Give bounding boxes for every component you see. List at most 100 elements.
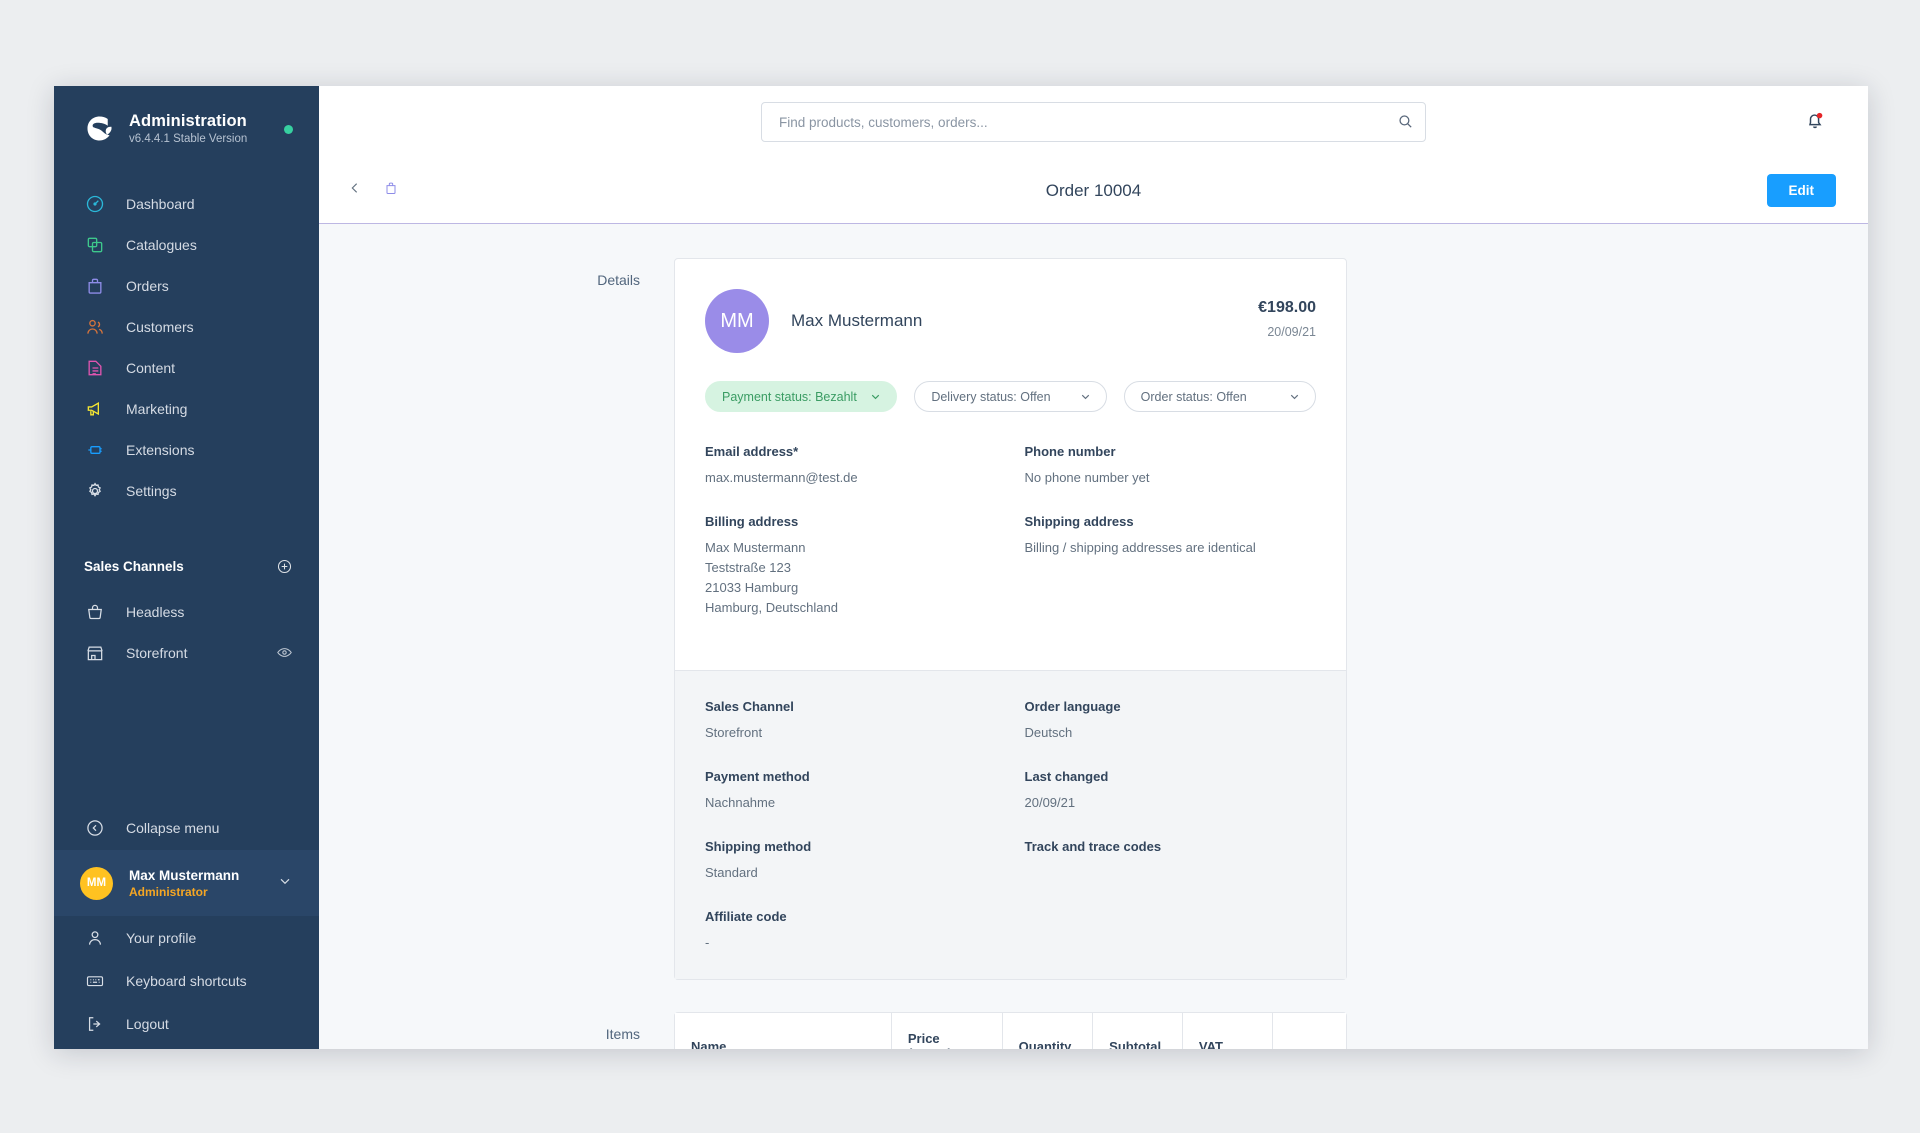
bell-icon <box>1804 112 1826 135</box>
brand-title: Administration <box>129 112 247 130</box>
payment-status-label: Payment status: Bezahlt <box>722 389 857 404</box>
order-status-select[interactable]: Order status: Offen <box>1123 381 1316 412</box>
sidebar-item-label: Extensions <box>126 441 195 458</box>
field-value: 20/09/21 <box>1024 795 1076 810</box>
field-value: Standard <box>705 865 758 880</box>
global-search <box>761 102 1426 142</box>
menu-item-label: Keyboard shortcuts <box>126 972 247 989</box>
sidebar-item-label: Dashboard <box>126 195 195 212</box>
sidebar-item-content[interactable]: Content <box>54 347 319 388</box>
field-value: max.mustermann@test.de <box>705 470 858 485</box>
payment-status-select[interactable]: Payment status: Bezahlt <box>705 381 898 412</box>
field-value: Max Mustermann Teststraße 123 21033 Hamb… <box>705 540 838 615</box>
sidebar-item-label: Settings <box>126 482 177 499</box>
user-account-button[interactable]: MM Max Mustermann Administrator <box>54 850 319 916</box>
gear-icon <box>84 480 106 502</box>
collapse-menu-button[interactable]: Collapse menu <box>54 806 319 850</box>
order-meta-section: Sales Channel Storefront Order language … <box>675 670 1346 979</box>
edit-button[interactable]: Edit <box>1766 174 1836 207</box>
sidebar: Administration v6.4.4.1 Stable Version D… <box>54 86 319 1049</box>
sidebar-item-label: Content <box>126 359 176 376</box>
search-button[interactable] <box>1392 110 1418 136</box>
sidebar-item-label: Orders <box>126 277 169 294</box>
field-label: Shipping method <box>705 839 812 854</box>
field-billing-address: Billing address Max Mustermann Teststraß… <box>705 514 997 618</box>
order-total-price: €198.00 <box>1258 299 1316 316</box>
field-order-language: Order language Deutsch <box>1025 699 1317 743</box>
sales-channels-title: Sales Channels <box>84 558 184 574</box>
field-label: Shipping address <box>1024 514 1134 529</box>
bag-icon <box>383 179 399 202</box>
field-label: Billing address <box>705 514 799 529</box>
sidebar-channel-storefront[interactable]: Storefront <box>54 632 319 673</box>
menu-item-logout[interactable]: Logout <box>54 1002 319 1045</box>
field-label: Phone number <box>1024 444 1116 459</box>
sidebar-item-catalogues[interactable]: Catalogues <box>54 224 319 265</box>
field-shipping-address: Shipping address Billing / shipping addr… <box>1025 514 1317 644</box>
brand-header[interactable]: Administration v6.4.4.1 Stable Version <box>54 86 319 171</box>
top-bar <box>319 86 1868 158</box>
admin-window: Administration v6.4.4.1 Stable Version D… <box>54 86 1868 1049</box>
details-row: Details MM Max Mustermann €198.00 20/09/… <box>319 258 1868 980</box>
status-dot <box>284 125 293 134</box>
plus-circle-icon[interactable] <box>276 558 293 575</box>
order-header: MM Max Mustermann €198.00 20/09/21 <box>705 289 1316 353</box>
field-label: Sales Channel <box>705 699 794 714</box>
field-email-address: Email address* max.mustermann@test.de <box>705 444 997 488</box>
sales-channels-list: Headless Storefront <box>54 591 319 673</box>
column-header-actions <box>1272 1013 1346 1049</box>
menu-item-your-profile[interactable]: Your profile <box>54 916 319 959</box>
field-phone-number: Phone number No phone number yet <box>1025 444 1317 488</box>
person-icon <box>84 927 106 949</box>
field-value: - <box>705 935 710 950</box>
sidebar-channel-headless[interactable]: Headless <box>54 591 319 632</box>
delivery-status-select[interactable]: Delivery status: Offen <box>914 381 1107 412</box>
field-label: Affiliate code <box>705 909 787 924</box>
items-row: Items Name Price (gross) Quantity Subtot… <box>319 1012 1868 1049</box>
user-name: Max Mustermann <box>129 867 240 883</box>
sidebar-item-dashboard[interactable]: Dashboard <box>54 183 319 224</box>
smart-bar: Order 10004 Edit <box>319 158 1868 224</box>
user-role: Administrator <box>129 884 208 899</box>
field-label: Email address* <box>705 444 799 459</box>
speedometer-icon <box>84 193 106 215</box>
field-label: Order language <box>1024 699 1121 714</box>
copy-icon <box>84 234 106 256</box>
sidebar-item-customers[interactable]: Customers <box>54 306 319 347</box>
sidebar-channel-label: Storefront <box>126 644 188 661</box>
sales-channels-header: Sales Channels <box>54 553 319 579</box>
plug-icon <box>84 439 106 461</box>
shop-icon <box>84 642 106 664</box>
orders-module-button[interactable] <box>379 179 403 203</box>
search-input[interactable] <box>761 102 1426 142</box>
user-menu: Your profile Keyboard shortcuts Logout <box>54 916 319 1049</box>
sidebar-channel-label: Headless <box>126 603 185 620</box>
column-header-name: Name <box>675 1013 892 1049</box>
chevron-down-icon <box>869 390 882 403</box>
collapse-menu-label: Collapse menu <box>126 820 220 836</box>
customer-name[interactable]: Max Mustermann <box>791 289 922 331</box>
users-icon <box>84 316 106 338</box>
keyboard-icon <box>84 970 106 992</box>
page-title: Order 10004 <box>1045 180 1142 200</box>
chevron-circle-left-icon <box>84 817 106 839</box>
field-value: Billing / shipping addresses are identic… <box>1024 540 1256 555</box>
main-area: Order 10004 Edit Details MM Max Musterma… <box>319 86 1868 1049</box>
sidebar-item-label: Catalogues <box>126 236 197 253</box>
eye-icon[interactable] <box>276 644 293 661</box>
menu-item-keyboard-shortcuts[interactable]: Keyboard shortcuts <box>54 959 319 1002</box>
column-header-quantity: Quantity <box>1002 1013 1094 1049</box>
sidebar-item-settings[interactable]: Settings <box>54 470 319 511</box>
line-items-card: Name Price (gross) Quantity Subtotal VAT… <box>674 1012 1347 1049</box>
line-items-table: Name Price (gross) Quantity Subtotal VAT… <box>675 1013 1346 1049</box>
sidebar-item-marketing[interactable]: Marketing <box>54 388 319 429</box>
sidebar-item-label: Customers <box>126 318 194 335</box>
column-header-vat: VAT <box>1182 1013 1273 1049</box>
sidebar-item-extensions[interactable]: Extensions <box>54 429 319 470</box>
notifications-button[interactable] <box>1804 109 1830 135</box>
sidebar-item-orders[interactable]: Orders <box>54 265 319 306</box>
search-icon <box>1397 113 1414 133</box>
shopware-logo-icon <box>84 113 115 144</box>
back-button[interactable] <box>343 179 367 203</box>
